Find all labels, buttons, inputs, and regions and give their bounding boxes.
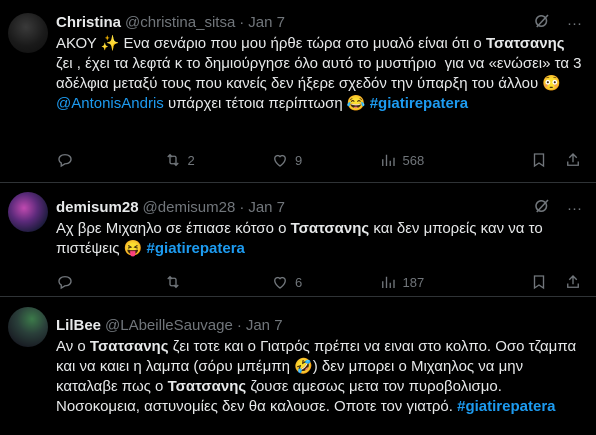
tweet-body: demisum28 @demisum28 · Jan 7 ··· Αχ βρε … xyxy=(56,197,582,259)
display-name[interactable]: LilBee xyxy=(56,317,101,334)
share-group xyxy=(530,273,582,291)
separator-dot: · xyxy=(239,198,245,216)
like-button[interactable]: 6 xyxy=(271,273,379,291)
tweet-text: Αχ βρε Μιχαηλο σε έπιασε κότσο ο Τσατσαν… xyxy=(56,219,582,259)
tweet-text-segment: υπάρχει τέτοια περίπτωση 😂 xyxy=(163,95,370,112)
views-button[interactable]: 568 xyxy=(379,151,487,169)
grok-icon[interactable] xyxy=(533,12,551,34)
avatar[interactable] xyxy=(8,13,48,53)
grok-icon[interactable] xyxy=(533,197,551,219)
display-name[interactable]: Christina xyxy=(56,14,121,31)
reply-button[interactable] xyxy=(56,151,164,169)
retweet-icon xyxy=(166,275,179,289)
reply-icon xyxy=(58,276,72,290)
hashtag-link[interactable]: #giatirepatera xyxy=(370,95,468,112)
retweet-button[interactable] xyxy=(164,273,272,291)
bold-term: Τσατσανης xyxy=(89,338,169,355)
header-icons: ··· xyxy=(533,197,582,219)
bold-term: Τσατσανης xyxy=(290,220,370,237)
bookmark-icon[interactable] xyxy=(530,151,548,169)
like-count: 6 xyxy=(295,274,303,290)
tweet[interactable]: LilBee @LAbeilleSauvage · Jan 7 Αν ο Τσα… xyxy=(0,297,596,435)
like-icon xyxy=(274,154,286,167)
tweet[interactable]: demisum28 @demisum28 · Jan 7 ··· Αχ βρε … xyxy=(0,183,596,297)
views-icon xyxy=(381,276,395,288)
user-handle[interactable]: @demisum28 xyxy=(143,199,236,216)
hashtag-link[interactable]: #giatirepatera xyxy=(147,240,245,257)
views-icon xyxy=(381,154,395,166)
more-icon[interactable]: ··· xyxy=(567,200,582,217)
reply-button[interactable] xyxy=(56,273,164,291)
mention-link[interactable]: @AntonisAndris xyxy=(56,95,164,112)
bold-term: Τσατσανης xyxy=(167,378,247,395)
tweet-date[interactable]: Jan 7 xyxy=(248,199,285,216)
tweet-text-segment: ΑΚΟΥ ✨ Ενα σενάριο που μου ήρθε τώρα στο… xyxy=(56,35,486,52)
tweet-header: LilBee @LAbeilleSauvage · Jan 7 xyxy=(56,315,582,335)
tweet-text: Αν ο Τσατσανης ζει τοτε και ο Γιατρός πρ… xyxy=(56,337,582,417)
user-handle[interactable]: @christina_sitsa xyxy=(125,14,235,31)
share-group xyxy=(530,151,582,169)
tweet-header: Christina @christina_sitsa · Jan 7 ··· xyxy=(56,12,582,32)
display-name[interactable]: demisum28 xyxy=(56,199,139,216)
retweet-icon xyxy=(166,153,179,167)
separator-dot: · xyxy=(236,316,242,334)
tweet-actions: 6 187 xyxy=(56,273,486,291)
tweet-actions: 2 9 568 xyxy=(56,151,486,169)
retweet-count: 2 xyxy=(187,152,195,168)
share-icon[interactable] xyxy=(564,151,582,169)
like-count: 9 xyxy=(295,152,303,168)
tweet-body: LilBee @LAbeilleSauvage · Jan 7 Αν ο Τσα… xyxy=(56,315,582,417)
like-button[interactable]: 9 xyxy=(271,151,379,169)
like-icon xyxy=(274,276,286,289)
tweet-date[interactable]: Jan 7 xyxy=(248,14,285,31)
tweet-text-segment: Αχ βρε Μιχαηλο σε έπιασε κότσο ο xyxy=(56,220,291,237)
tweet-header: demisum28 @demisum28 · Jan 7 ··· xyxy=(56,197,582,217)
views-count: 568 xyxy=(402,152,425,168)
retweet-button[interactable]: 2 xyxy=(164,151,272,169)
reply-icon xyxy=(58,154,72,168)
bold-term: Τσατσανης xyxy=(485,35,565,52)
hashtag-link[interactable]: #giatirepatera xyxy=(457,398,555,415)
more-icon[interactable]: ··· xyxy=(567,15,582,32)
bookmark-icon[interactable] xyxy=(530,273,548,291)
user-handle[interactable]: @LAbeilleSauvage xyxy=(105,317,233,334)
tweet-date[interactable]: Jan 7 xyxy=(246,317,283,334)
separator-dot: · xyxy=(239,13,245,31)
share-icon[interactable] xyxy=(564,273,582,291)
views-button[interactable]: 187 xyxy=(379,273,487,291)
avatar[interactable] xyxy=(8,307,48,347)
tweet[interactable]: Christina @christina_sitsa · Jan 7 ··· Α… xyxy=(0,0,596,183)
tweet-text: ΑΚΟΥ ✨ Ενα σενάριο που μου ήρθε τώρα στο… xyxy=(56,34,582,114)
header-icons: ··· xyxy=(533,12,582,34)
avatar[interactable] xyxy=(8,192,48,232)
tweet-text-segment: Αν ο xyxy=(56,338,90,355)
views-count: 187 xyxy=(402,274,425,290)
tweet-body: Christina @christina_sitsa · Jan 7 ··· Α… xyxy=(56,12,582,114)
